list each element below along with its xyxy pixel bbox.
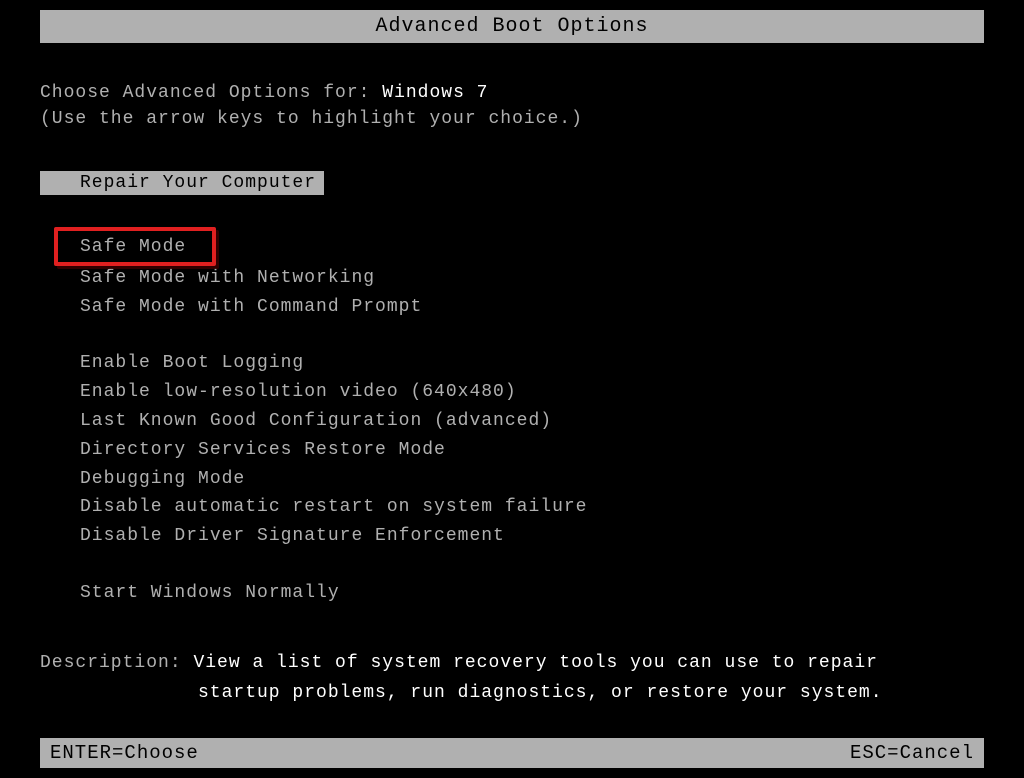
menu-disable-driver-signature[interactable]: Disable Driver Signature Enforcement [80, 522, 984, 551]
menu-start-windows-normally[interactable]: Start Windows Normally [80, 579, 984, 608]
prompt-label: Choose Advanced Options for: [40, 83, 382, 103]
menu-safe-mode[interactable]: Safe Mode [80, 233, 186, 262]
description-label: Description: [40, 653, 193, 673]
menu-enable-boot-logging[interactable]: Enable Boot Logging [80, 349, 984, 378]
description-text-line1: View a list of system recovery tools you… [193, 653, 878, 673]
os-name: Windows 7 [382, 83, 488, 103]
menu-low-resolution-video[interactable]: Enable low-resolution video (640x480) [80, 378, 984, 407]
menu-safe-mode-networking[interactable]: Safe Mode with Networking [80, 264, 984, 293]
boot-menu: Safe Mode Safe Mode with Networking Safe… [80, 233, 984, 608]
menu-safe-mode-command-prompt[interactable]: Safe Mode with Command Prompt [80, 293, 984, 322]
menu-directory-services-restore[interactable]: Directory Services Restore Mode [80, 436, 984, 465]
footer-bar: ENTER=Choose ESC=Cancel [40, 738, 984, 768]
hint-line: (Use the arrow keys to highlight your ch… [40, 109, 984, 129]
title-bar: Advanced Boot Options [40, 10, 984, 43]
menu-debugging-mode[interactable]: Debugging Mode [80, 465, 984, 494]
footer-enter-hint: ENTER=Choose [50, 742, 199, 764]
description-block: Description: View a list of system recov… [40, 648, 984, 709]
description-text-line2: startup problems, run diagnostics, or re… [198, 678, 984, 709]
footer-esc-hint: ESC=Cancel [850, 742, 974, 764]
prompt-line: Choose Advanced Options for: Windows 7 [40, 83, 984, 103]
menu-repair-computer[interactable]: Repair Your Computer [40, 171, 324, 195]
menu-disable-auto-restart[interactable]: Disable automatic restart on system fail… [80, 493, 984, 522]
menu-last-known-good[interactable]: Last Known Good Configuration (advanced) [80, 407, 984, 436]
